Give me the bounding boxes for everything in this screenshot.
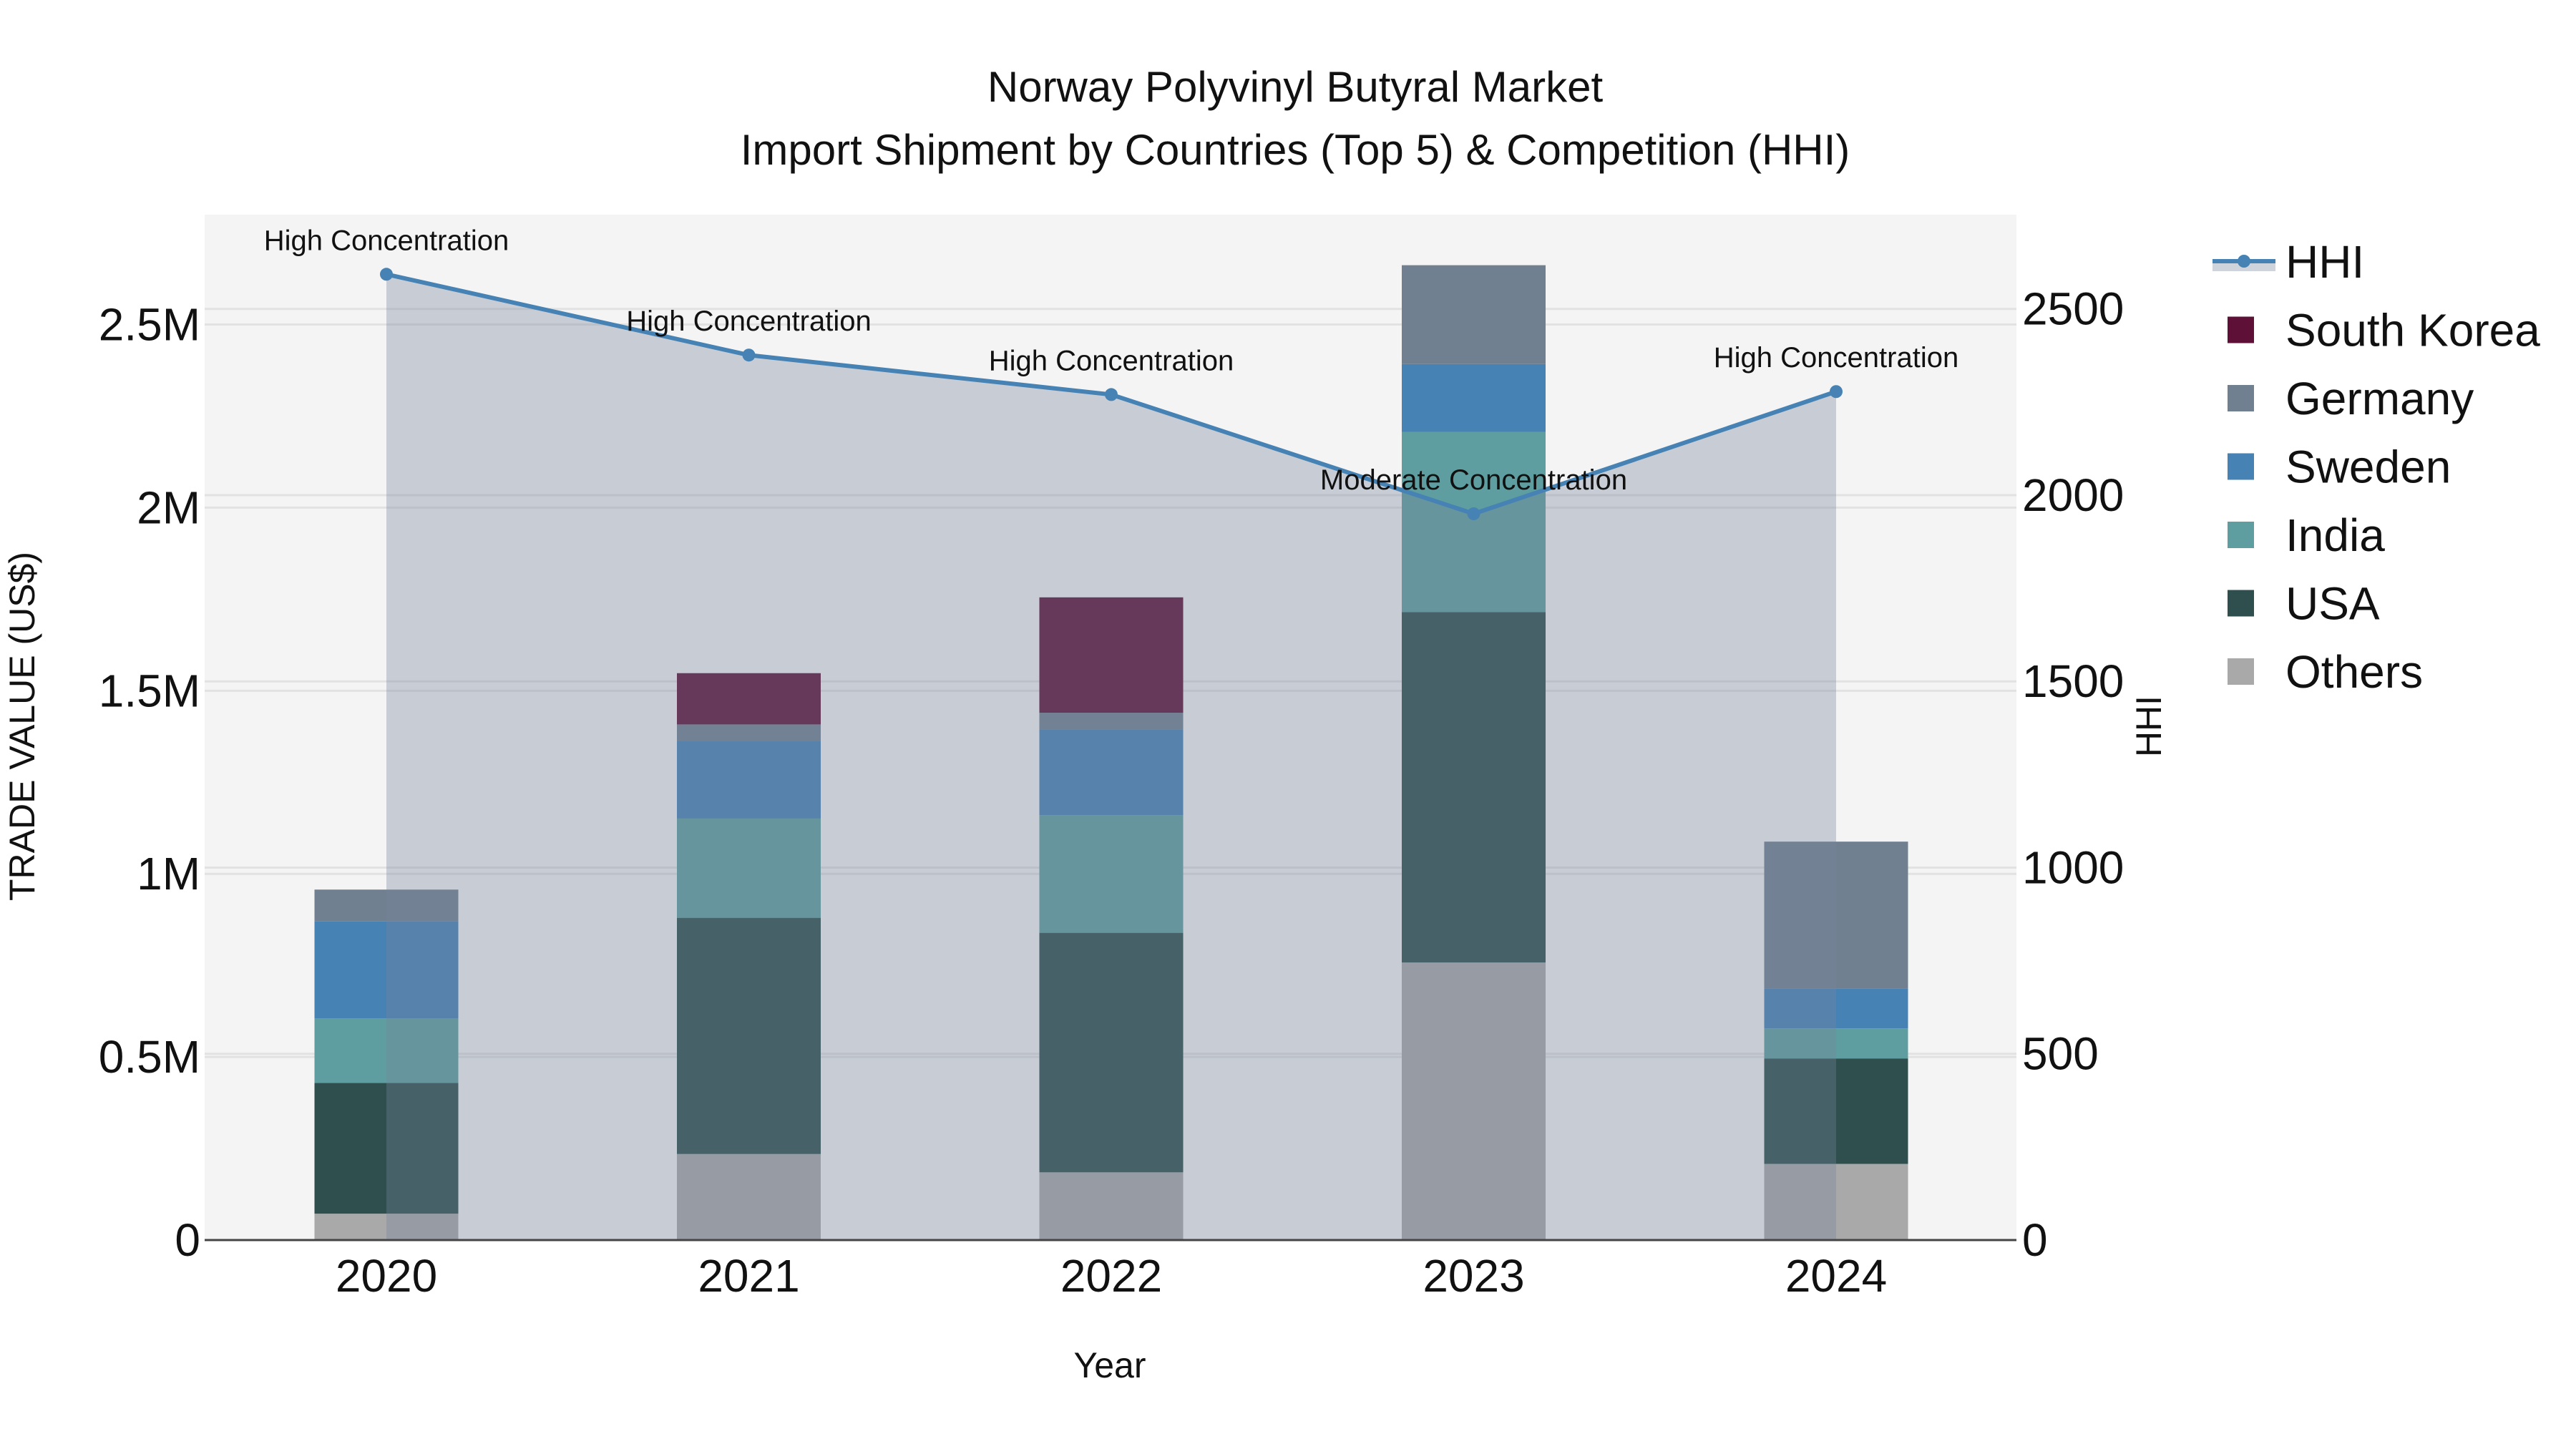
y-axis-title: TRADE VALUE (US$) (2, 552, 42, 901)
x-tick-label: 2024 (1785, 1250, 1887, 1302)
legend-label: India (2285, 509, 2385, 561)
y-tick-label: 0 (175, 1214, 200, 1266)
y2-tick-label: 0 (2022, 1214, 2048, 1266)
chart-title-line1: Norway Polyvinyl Butyral Market (987, 63, 1604, 111)
x-tick-label: 2023 (1423, 1250, 1524, 1302)
hhi-annotation: High Concentration (626, 306, 871, 337)
y2-tick-label: 2500 (2022, 283, 2124, 335)
legend-swatch (2228, 590, 2254, 617)
legend-marker (2238, 255, 2250, 268)
hhi-annotation: High Concentration (1714, 342, 1958, 374)
hhi-annotation: Moderate Concentration (1320, 464, 1627, 496)
y-tick-label: 1M (137, 848, 200, 899)
hhi-point-2020[interactable] (380, 268, 393, 281)
hhi-point-2024[interactable] (1830, 385, 1843, 399)
hhi-point-2021[interactable] (742, 348, 756, 362)
y2-tick-label: 500 (2022, 1028, 2099, 1080)
hhi-point-2022[interactable] (1105, 388, 1118, 401)
chart: High Concentration High Concentration High… (0, 0, 2576, 1449)
legend-swatch (2228, 658, 2254, 685)
y2-tick-label: 1000 (2022, 841, 2124, 893)
chart-title-line2: Import Shipment by Countries (Top 5) & C… (741, 126, 1850, 174)
legend-label: Germany (2285, 373, 2474, 424)
y2-axis-title: HHI (2129, 696, 2169, 757)
y-tick-label: 1.5M (99, 665, 200, 716)
hhi-annotation: High Concentration (264, 225, 509, 256)
y2-tick-label: 2000 (2022, 469, 2124, 521)
legend-label: USA (2285, 578, 2380, 630)
legend-swatch (2228, 385, 2254, 411)
hhi-annotation: High Concentration (989, 345, 1234, 376)
legend-swatch (2228, 316, 2254, 343)
legend-swatch (2228, 453, 2254, 480)
bar-sweden-2023[interactable] (1402, 364, 1546, 432)
y-tick-label: 2M (137, 482, 200, 533)
x-tick-label: 2021 (698, 1250, 799, 1302)
legend-label: Sweden (2285, 441, 2451, 493)
x-tick-label: 2022 (1060, 1250, 1162, 1302)
x-axis-title: Year (1073, 1345, 1146, 1385)
bar-germany-2023[interactable] (1402, 265, 1546, 364)
legend-label: HHI (2285, 236, 2364, 288)
legend-swatch (2228, 522, 2254, 548)
x-tick-label: 2020 (336, 1250, 437, 1302)
y-tick-label: 2.5M (99, 299, 200, 351)
y2-tick-label: 1500 (2022, 655, 2124, 707)
legend-label: South Korea (2285, 305, 2540, 356)
y-tick-label: 0.5M (99, 1031, 200, 1083)
legend-label: Others (2285, 646, 2423, 698)
hhi-point-2023[interactable] (1467, 507, 1480, 520)
